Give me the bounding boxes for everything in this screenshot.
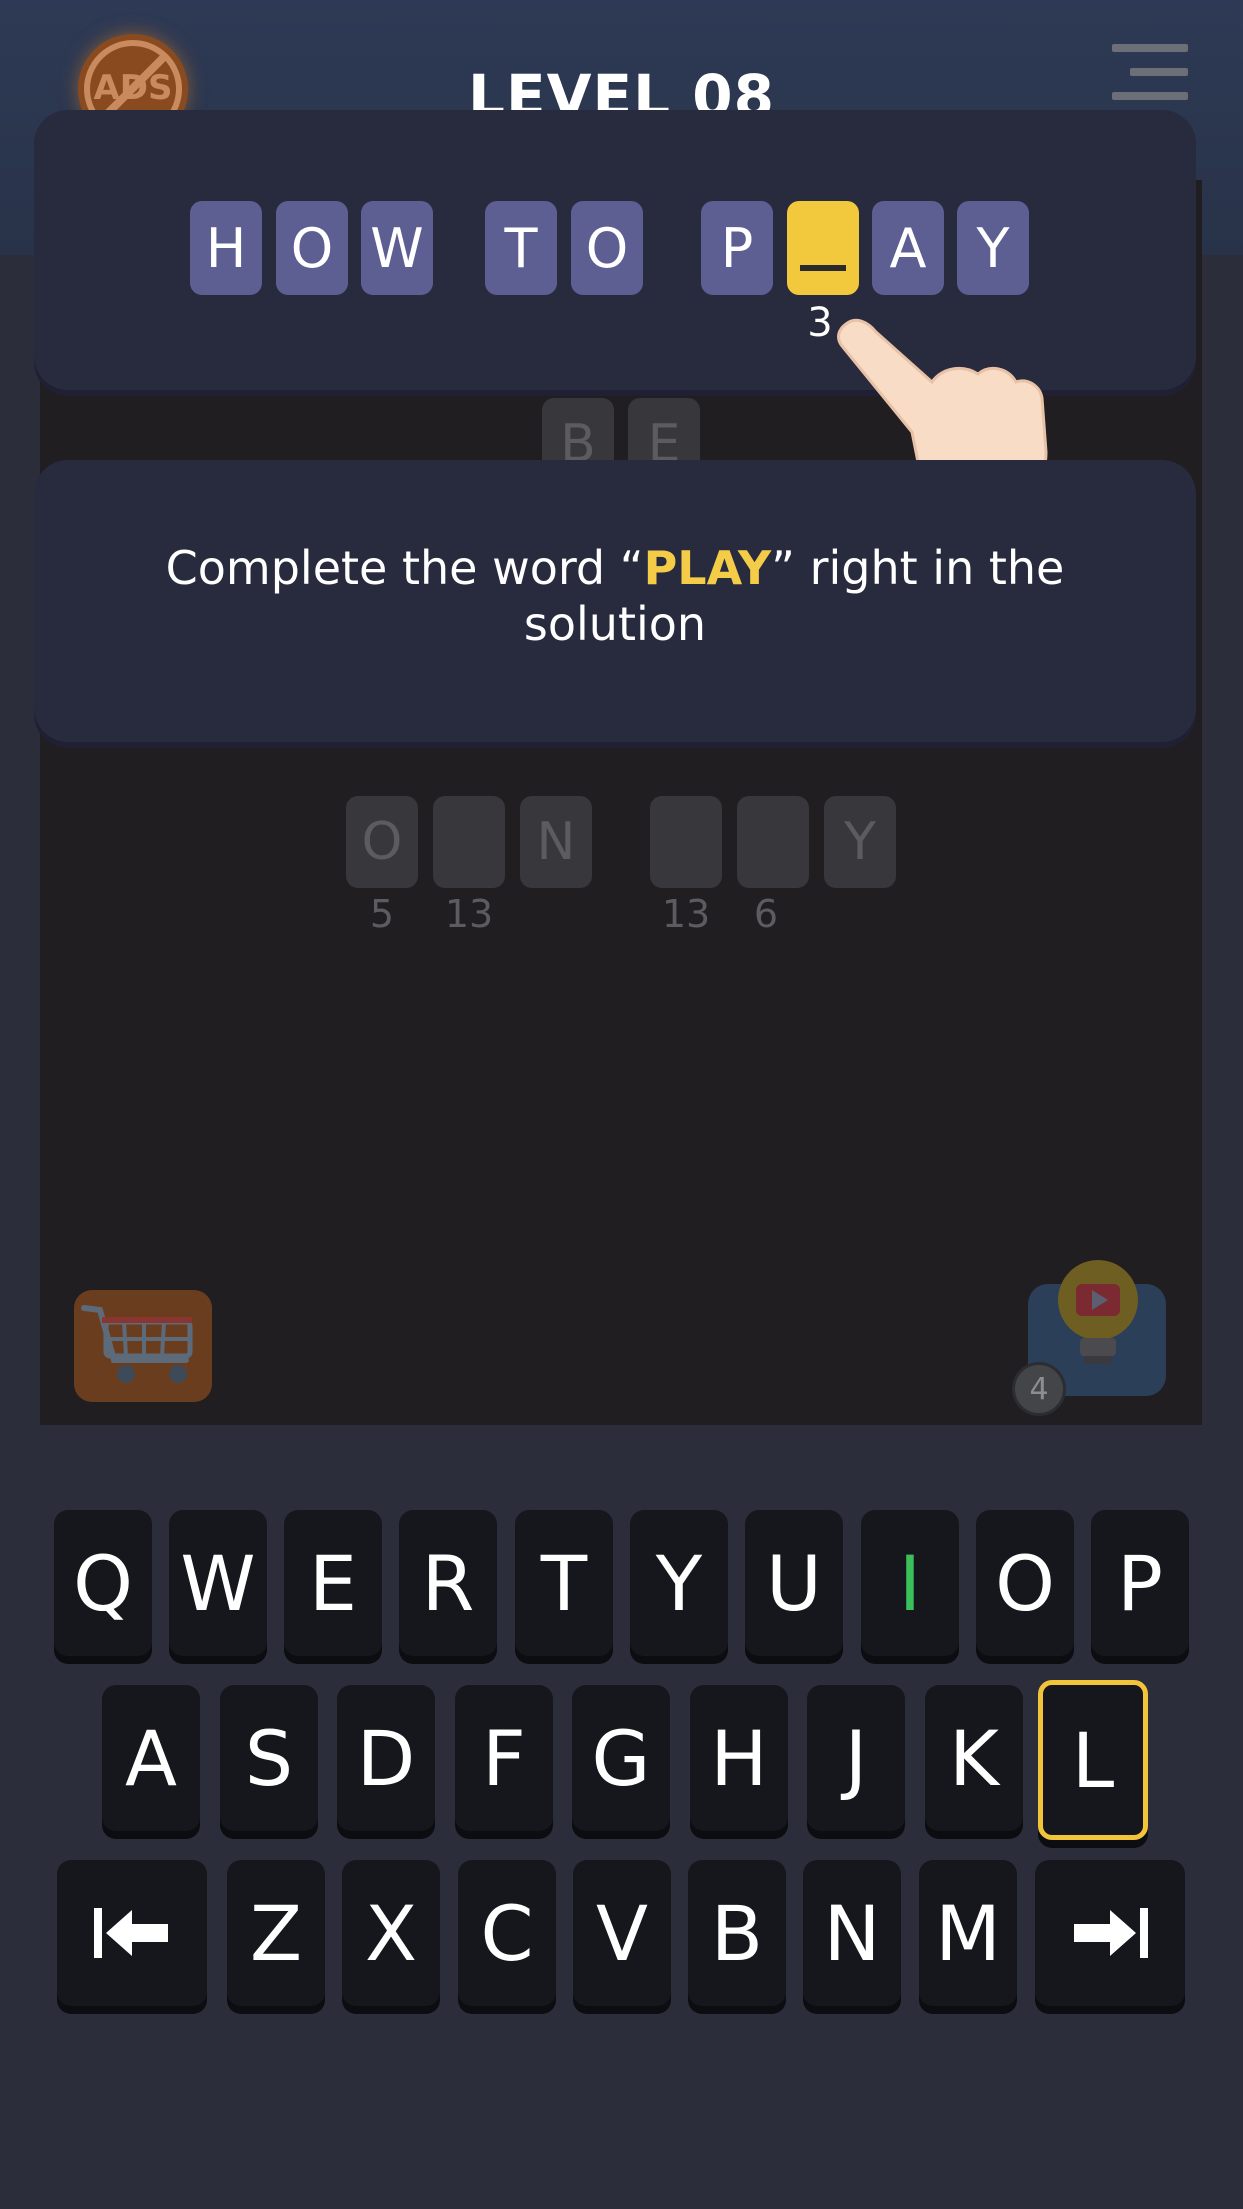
tutorial-tile: O <box>571 201 643 295</box>
tutorial-tile: T <box>485 201 557 295</box>
key-b[interactable]: B <box>688 1860 786 2006</box>
tutorial-tile: A <box>872 201 944 295</box>
key-n[interactable]: N <box>803 1860 901 2006</box>
backspace-arrow-icon <box>94 1908 168 1958</box>
menu-icon-bar <box>1112 92 1188 100</box>
cursor-underscore <box>800 265 846 271</box>
menu-icon <box>1112 44 1188 52</box>
shop-button[interactable] <box>74 1290 212 1402</box>
key-c[interactable]: C <box>458 1860 556 2006</box>
key-h[interactable]: H <box>690 1685 788 1831</box>
answer-tile[interactable] <box>433 796 505 888</box>
key-v[interactable]: V <box>573 1860 671 2006</box>
key-t[interactable]: T <box>515 1510 613 1656</box>
clue-number: 13 <box>661 892 711 936</box>
key-x[interactable]: X <box>342 1860 440 2006</box>
key-m[interactable]: M <box>919 1860 1017 2006</box>
clue-number: 13 <box>444 892 494 936</box>
hint-count-badge: 4 <box>1012 1362 1066 1416</box>
answer-tile[interactable] <box>650 796 722 888</box>
key-y[interactable]: Y <box>630 1510 728 1656</box>
key-e[interactable]: E <box>284 1510 382 1656</box>
answer-tile[interactable]: O <box>346 796 418 888</box>
key-w[interactable]: W <box>169 1510 267 1656</box>
key-k[interactable]: K <box>925 1685 1023 1831</box>
instruction-text-part: Complete the word “ <box>165 541 644 595</box>
key-u[interactable]: U <box>745 1510 843 1656</box>
active-tutorial-tile[interactable] <box>787 201 859 295</box>
answer-tile[interactable]: N <box>520 796 592 888</box>
tutorial-tile: W <box>361 201 433 295</box>
tutorial-tile: Y <box>957 201 1029 295</box>
keyboard: Q W E R T Y U I O P A S D F G H J K L Z … <box>0 1425 1243 2209</box>
answer-tile[interactable]: Y <box>824 796 896 888</box>
clue-number: 5 <box>369 892 395 936</box>
answer-tile[interactable] <box>737 796 809 888</box>
tutorial-tile: P <box>701 201 773 295</box>
key-g[interactable]: G <box>572 1685 670 1831</box>
menu-button[interactable] <box>1108 44 1188 104</box>
menu-icon-bar <box>1130 68 1188 76</box>
forward-arrow-icon <box>1074 1908 1148 1958</box>
clue-number: 6 <box>753 892 779 936</box>
previous-clue-button[interactable] <box>57 1860 207 2006</box>
tutorial-tile: H <box>190 201 262 295</box>
key-q[interactable]: Q <box>54 1510 152 1656</box>
key-d[interactable]: D <box>337 1685 435 1831</box>
key-z[interactable]: Z <box>227 1860 325 2006</box>
video-hint-icon <box>1058 1260 1138 1364</box>
highlighted-word: PLAY <box>643 541 772 595</box>
key-i[interactable]: I <box>861 1510 959 1656</box>
key-o[interactable]: O <box>976 1510 1074 1656</box>
key-a[interactable]: A <box>102 1685 200 1831</box>
key-r[interactable]: R <box>399 1510 497 1656</box>
shopping-cart-icon <box>81 1305 193 1383</box>
key-l[interactable]: L <box>1038 1680 1148 1840</box>
key-f[interactable]: F <box>455 1685 553 1831</box>
next-clue-button[interactable] <box>1035 1860 1185 2006</box>
instruction-text: Complete the word “PLAY” right in the so… <box>120 540 1110 652</box>
key-p[interactable]: P <box>1091 1510 1189 1656</box>
key-j[interactable]: J <box>807 1685 905 1831</box>
tutorial-tile: O <box>276 201 348 295</box>
key-s[interactable]: S <box>220 1685 318 1831</box>
